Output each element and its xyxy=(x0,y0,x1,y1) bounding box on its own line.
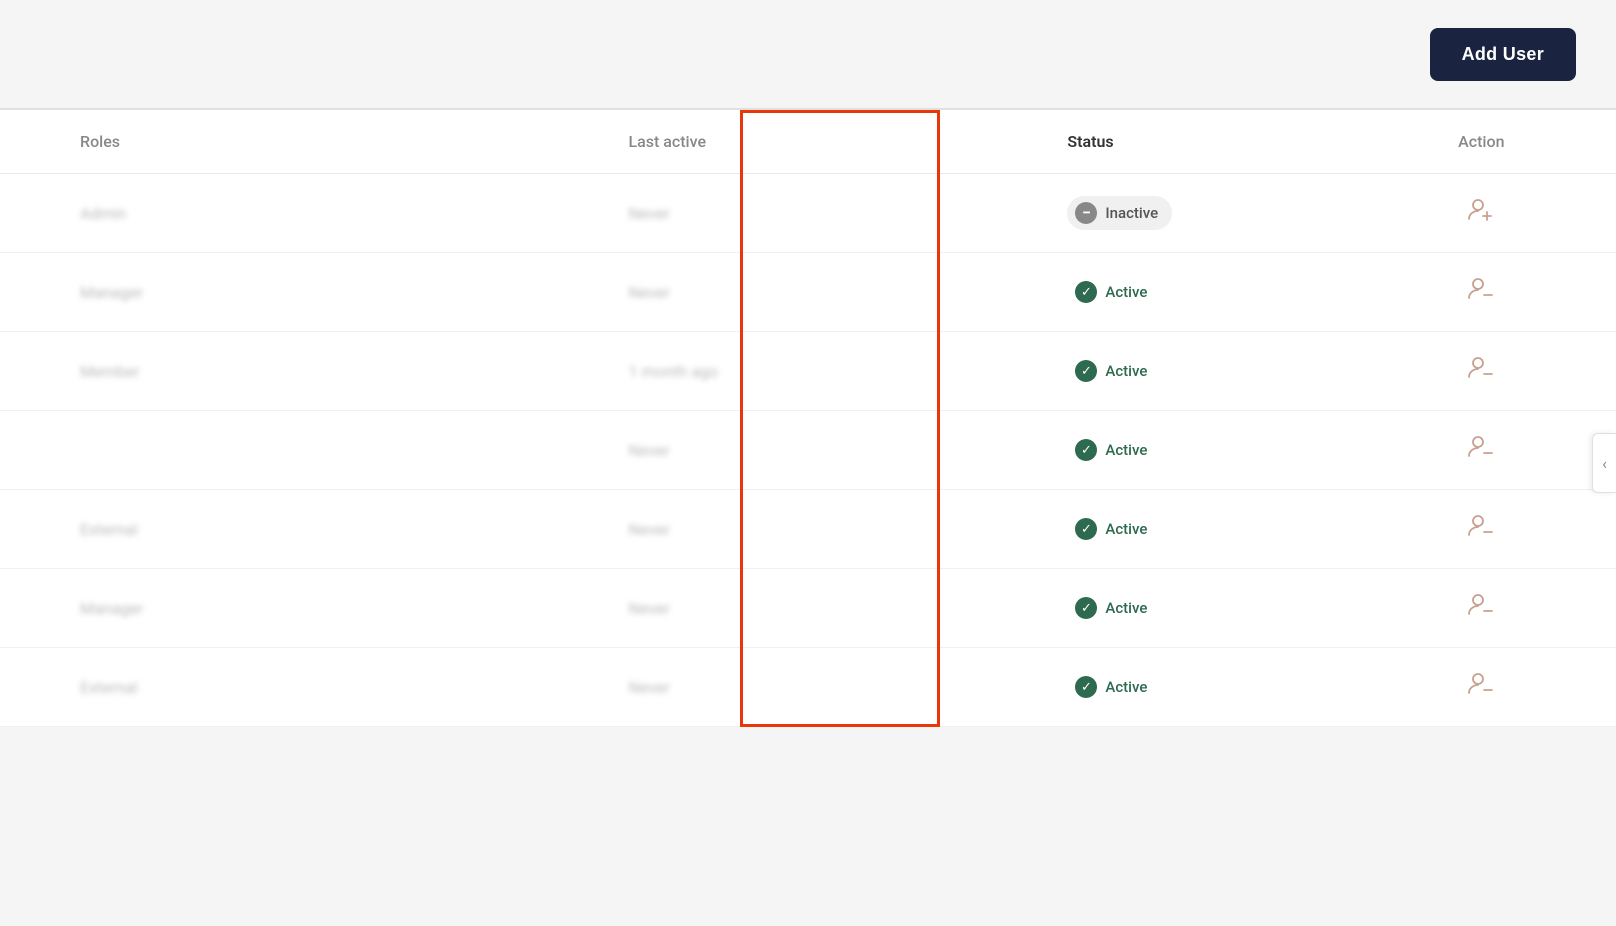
remove-member-icon[interactable] xyxy=(1467,277,1495,307)
cell-action xyxy=(1347,411,1616,490)
column-header-roles: Roles xyxy=(0,110,628,174)
cell-role xyxy=(0,411,628,490)
status-badge[interactable]: ✓ Active xyxy=(1067,354,1161,388)
status-label: Active xyxy=(1105,678,1147,696)
table-row: ManagerNever ✓ Active xyxy=(0,253,1616,332)
cell-last-active: Never xyxy=(628,569,1047,648)
table-row: Never ✓ Active xyxy=(0,411,1616,490)
add-user-button[interactable]: Add User xyxy=(1430,28,1576,81)
table-row: ExternalNever ✓ Active xyxy=(0,648,1616,727)
status-label: Inactive xyxy=(1105,204,1158,222)
cell-action xyxy=(1347,174,1616,253)
users-table: Roles Last active Status Action AdminNev… xyxy=(0,110,1616,727)
cell-status: ✓ Active xyxy=(1047,332,1346,411)
cell-role: External xyxy=(0,490,628,569)
cell-status: − Inactive xyxy=(1047,174,1346,253)
cell-status: ✓ Active xyxy=(1047,490,1346,569)
active-check-icon: ✓ xyxy=(1075,518,1097,540)
cell-last-active: Never xyxy=(628,648,1047,727)
column-header-action: Action xyxy=(1347,110,1616,174)
remove-member-icon[interactable] xyxy=(1467,514,1495,544)
add-member-icon[interactable] xyxy=(1467,198,1495,228)
remove-member-icon[interactable] xyxy=(1467,593,1495,623)
cell-last-active: Never xyxy=(628,490,1047,569)
cell-status: ✓ Active xyxy=(1047,648,1346,727)
status-label: Active xyxy=(1105,362,1147,380)
cell-last-active: Never xyxy=(628,411,1047,490)
active-check-icon: ✓ xyxy=(1075,281,1097,303)
cell-role: Admin xyxy=(0,174,628,253)
active-check-icon: ✓ xyxy=(1075,597,1097,619)
cell-status: ✓ Active xyxy=(1047,411,1346,490)
status-badge[interactable]: ✓ Active xyxy=(1067,670,1161,704)
status-badge[interactable]: − Inactive xyxy=(1067,196,1172,230)
remove-member-icon[interactable] xyxy=(1467,435,1495,465)
cell-action xyxy=(1347,569,1616,648)
cell-last-active: 1 month ago xyxy=(628,332,1047,411)
cell-role: External xyxy=(0,648,628,727)
status-label: Active xyxy=(1105,441,1147,459)
cell-role: Manager xyxy=(0,253,628,332)
column-header-last-active: Last active xyxy=(628,110,1047,174)
top-bar: Add User xyxy=(0,0,1616,110)
status-badge[interactable]: ✓ Active xyxy=(1067,591,1161,625)
column-header-status: Status xyxy=(1047,110,1346,174)
status-badge[interactable]: ✓ Active xyxy=(1067,512,1161,546)
status-label: Active xyxy=(1105,520,1147,538)
table-row: ExternalNever ✓ Active xyxy=(0,490,1616,569)
table-header-row: Roles Last active Status Action xyxy=(0,110,1616,174)
active-check-icon: ✓ xyxy=(1075,360,1097,382)
cell-action xyxy=(1347,648,1616,727)
table-row: ManagerNever ✓ Active xyxy=(0,569,1616,648)
collapse-panel-button[interactable]: ‹ xyxy=(1592,433,1616,493)
active-check-icon: ✓ xyxy=(1075,439,1097,461)
table-wrapper: Roles Last active Status Action AdminNev… xyxy=(0,110,1616,727)
cell-role: Member xyxy=(0,332,628,411)
remove-member-icon[interactable] xyxy=(1467,672,1495,702)
status-badge[interactable]: ✓ Active xyxy=(1067,433,1161,467)
active-check-icon: ✓ xyxy=(1075,676,1097,698)
status-badge[interactable]: ✓ Active xyxy=(1067,275,1161,309)
status-label: Active xyxy=(1105,283,1147,301)
cell-status: ✓ Active xyxy=(1047,253,1346,332)
inactive-minus-icon: − xyxy=(1075,202,1097,224)
cell-last-active: Never xyxy=(628,174,1047,253)
cell-action xyxy=(1347,490,1616,569)
cell-role: Manager xyxy=(0,569,628,648)
table-row: Member1 month ago ✓ Active xyxy=(0,332,1616,411)
remove-member-icon[interactable] xyxy=(1467,356,1495,386)
cell-last-active: Never xyxy=(628,253,1047,332)
cell-status: ✓ Active xyxy=(1047,569,1346,648)
table-row: AdminNever − Inactive xyxy=(0,174,1616,253)
cell-action xyxy=(1347,332,1616,411)
status-label: Active xyxy=(1105,599,1147,617)
cell-action xyxy=(1347,253,1616,332)
